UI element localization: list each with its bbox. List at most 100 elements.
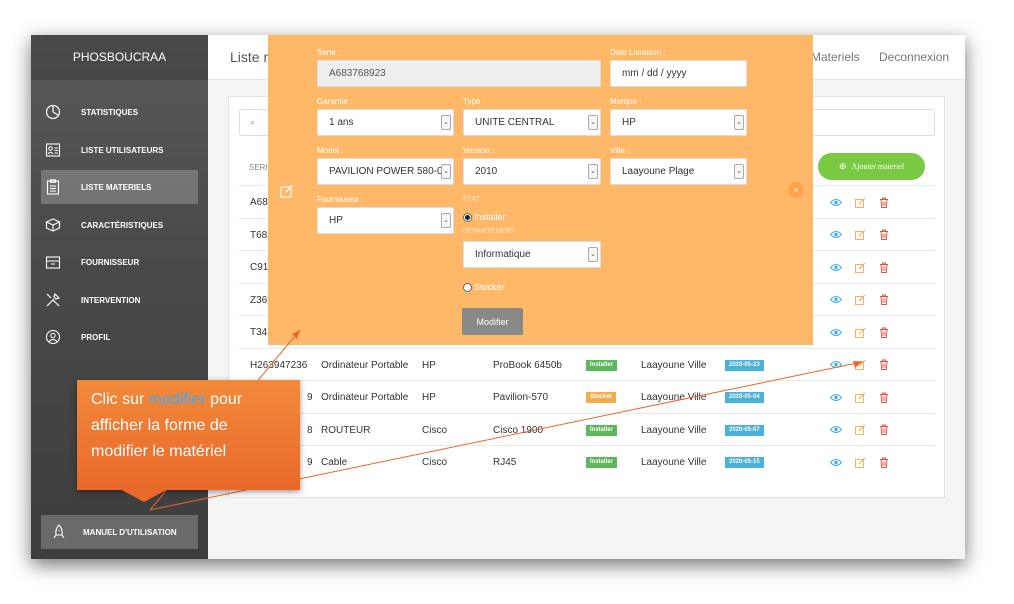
sidebar-item-fournisseur[interactable]: FOURNISSEUR	[41, 245, 198, 279]
table-row: H263947236 Ordinateur Portable HP ProBook 6…	[239, 347, 935, 381]
type-label: Type :	[463, 97, 485, 106]
eye-icon[interactable]	[829, 423, 843, 437]
eye-icon[interactable]	[829, 195, 843, 209]
model-select[interactable]: PAVILION POWER 580-0€ ⌄	[317, 158, 454, 185]
trash-icon[interactable]	[877, 455, 891, 469]
edit-icon[interactable]	[853, 455, 867, 469]
eye-icon[interactable]	[829, 325, 843, 339]
rocket-icon	[49, 524, 69, 540]
edit-icon[interactable]	[853, 260, 867, 274]
fournisseur-value: HP	[329, 215, 343, 226]
sidebar-item-liste-utilisateurs[interactable]: LISTE UTILISATEURS	[41, 133, 198, 167]
cell-marque: HP	[422, 359, 436, 371]
sidebar-item-profil[interactable]: PROFIL	[41, 320, 198, 354]
manual-button[interactable]: MANUEL D'UTILISATION	[41, 515, 198, 549]
marque-label: Marque :	[610, 97, 642, 106]
date-livraison-field[interactable]: mm / dd / yyyy	[610, 60, 747, 87]
stocker-radio[interactable]: Stocker	[463, 282, 505, 292]
trash-icon[interactable]	[877, 228, 891, 242]
edit-icon[interactable]	[853, 423, 867, 437]
cell-model: Pavilion-570	[493, 392, 549, 403]
trash-icon[interactable]	[877, 423, 891, 437]
row-actions	[829, 390, 891, 404]
column-header-serie: SERI	[249, 163, 268, 172]
chevron-down-icon: ⌄	[441, 115, 451, 130]
trash-icon[interactable]	[877, 390, 891, 404]
eye-icon[interactable]	[829, 293, 843, 307]
tutorial-callout: Clic sur modifier pour afficher la forme…	[77, 380, 300, 490]
status-badge: Installer	[586, 424, 618, 436]
eye-icon[interactable]	[829, 260, 843, 274]
status-badge: Installer	[586, 359, 618, 371]
installer-label: Installer	[474, 212, 506, 222]
cell-type: ROUTEUR	[321, 424, 371, 436]
edit-icon[interactable]	[853, 195, 867, 209]
chart-pie-icon	[43, 102, 63, 122]
edit-icon[interactable]	[853, 228, 867, 242]
date-livraison-label: Date Livraison :	[610, 48, 666, 57]
callout-text-pre: Clic sur	[91, 391, 149, 408]
ville-label: Ville :	[610, 146, 630, 155]
installer-radio[interactable]: Installer	[463, 212, 506, 222]
close-icon[interactable]: ×	[788, 182, 804, 198]
cell-type: Cable	[321, 457, 348, 468]
sidebar-item-intervention[interactable]: INTERVENTION	[41, 283, 198, 317]
trash-icon[interactable]	[877, 260, 891, 274]
trash-icon[interactable]	[877, 195, 891, 209]
brand-logo: PHOSBOUCRAA	[31, 35, 208, 80]
eye-icon[interactable]	[829, 228, 843, 242]
edit-icon[interactable]	[853, 390, 867, 404]
cell-type: Ordinateur Portable	[321, 392, 409, 403]
eye-icon[interactable]	[829, 358, 843, 372]
garantie-label: Garantie :	[317, 97, 353, 106]
date-badge: 2020-05-15	[725, 457, 764, 468]
sidebar-item-statistiques[interactable]: STATISTIQUES	[41, 95, 198, 129]
edit-icon	[280, 184, 294, 203]
sidebar-item-label: INTERVENTION	[81, 295, 141, 305]
version-select[interactable]: 2010 ⌄	[463, 158, 601, 185]
edit-icon[interactable]	[853, 293, 867, 307]
nav-link-deconnexion[interactable]: Deconnexion	[879, 50, 949, 64]
garantie-value: 1 ans	[329, 117, 354, 128]
departement-value: Informatique	[475, 249, 531, 260]
serie-field[interactable]: A683768923	[317, 60, 601, 87]
callout-highlight: modifier	[148, 391, 206, 408]
table-row: 9 Ordinateur Portable HP Pavilion-570 Stocke…	[239, 380, 935, 413]
status-badge: Stocker	[586, 392, 617, 403]
row-actions	[829, 260, 891, 274]
marque-select[interactable]: HP ⌄	[610, 109, 747, 136]
model-label: Model :	[317, 146, 344, 155]
cell-serie: H263947236	[250, 359, 308, 371]
cell-model: Cisco 1900	[493, 424, 544, 436]
sidebar-item-liste-materiels[interactable]: LISTE MATERIELS	[41, 170, 198, 204]
table-row: 9 Cable Cisco RJ45 Installer Laayoune Ville 20…	[239, 445, 935, 478]
ville-select[interactable]: Laayoune Plage ⌄	[610, 158, 747, 185]
callout-tail	[118, 488, 170, 502]
garantie-select[interactable]: 1 ans ⌄	[317, 109, 454, 136]
cell-serie: 8	[307, 424, 313, 436]
ville-value: Laayoune Plage	[622, 166, 695, 177]
edit-icon[interactable]	[853, 325, 867, 339]
store-icon	[43, 252, 63, 272]
add-material-button[interactable]: ⊕ Ajouter materiel	[818, 153, 925, 180]
trash-icon[interactable]	[877, 325, 891, 339]
eye-icon[interactable]	[829, 455, 843, 469]
status-badge: Installer	[586, 457, 618, 468]
modifier-button[interactable]: Modifier	[462, 308, 523, 335]
trash-icon[interactable]	[877, 293, 891, 307]
chevron-down-icon: ⌄	[588, 164, 598, 179]
trash-icon[interactable]	[877, 358, 891, 372]
version-label: Version :	[463, 146, 495, 155]
departement-select[interactable]: Informatique ⌄	[463, 241, 601, 268]
sidebar-item-caracteristiques[interactable]: CARACTÉRISTIQUES	[41, 208, 198, 242]
edit-material-modal: Serie : A683768923 Date Livraison : mm /…	[268, 35, 813, 345]
edit-icon[interactable]	[853, 358, 867, 372]
row-actions	[829, 358, 891, 372]
nav-link-materiels[interactable]: Materiels	[811, 50, 860, 64]
search-icon: ⌕	[250, 117, 256, 127]
eye-icon[interactable]	[829, 390, 843, 404]
sidebar-item-label: FOURNISSEUR	[81, 257, 140, 267]
type-select[interactable]: UNITE CENTRAL ⌄	[463, 109, 601, 136]
date-badge: 2020-05-23	[725, 359, 764, 371]
fournisseur-select[interactable]: HP ⌄	[317, 207, 454, 234]
